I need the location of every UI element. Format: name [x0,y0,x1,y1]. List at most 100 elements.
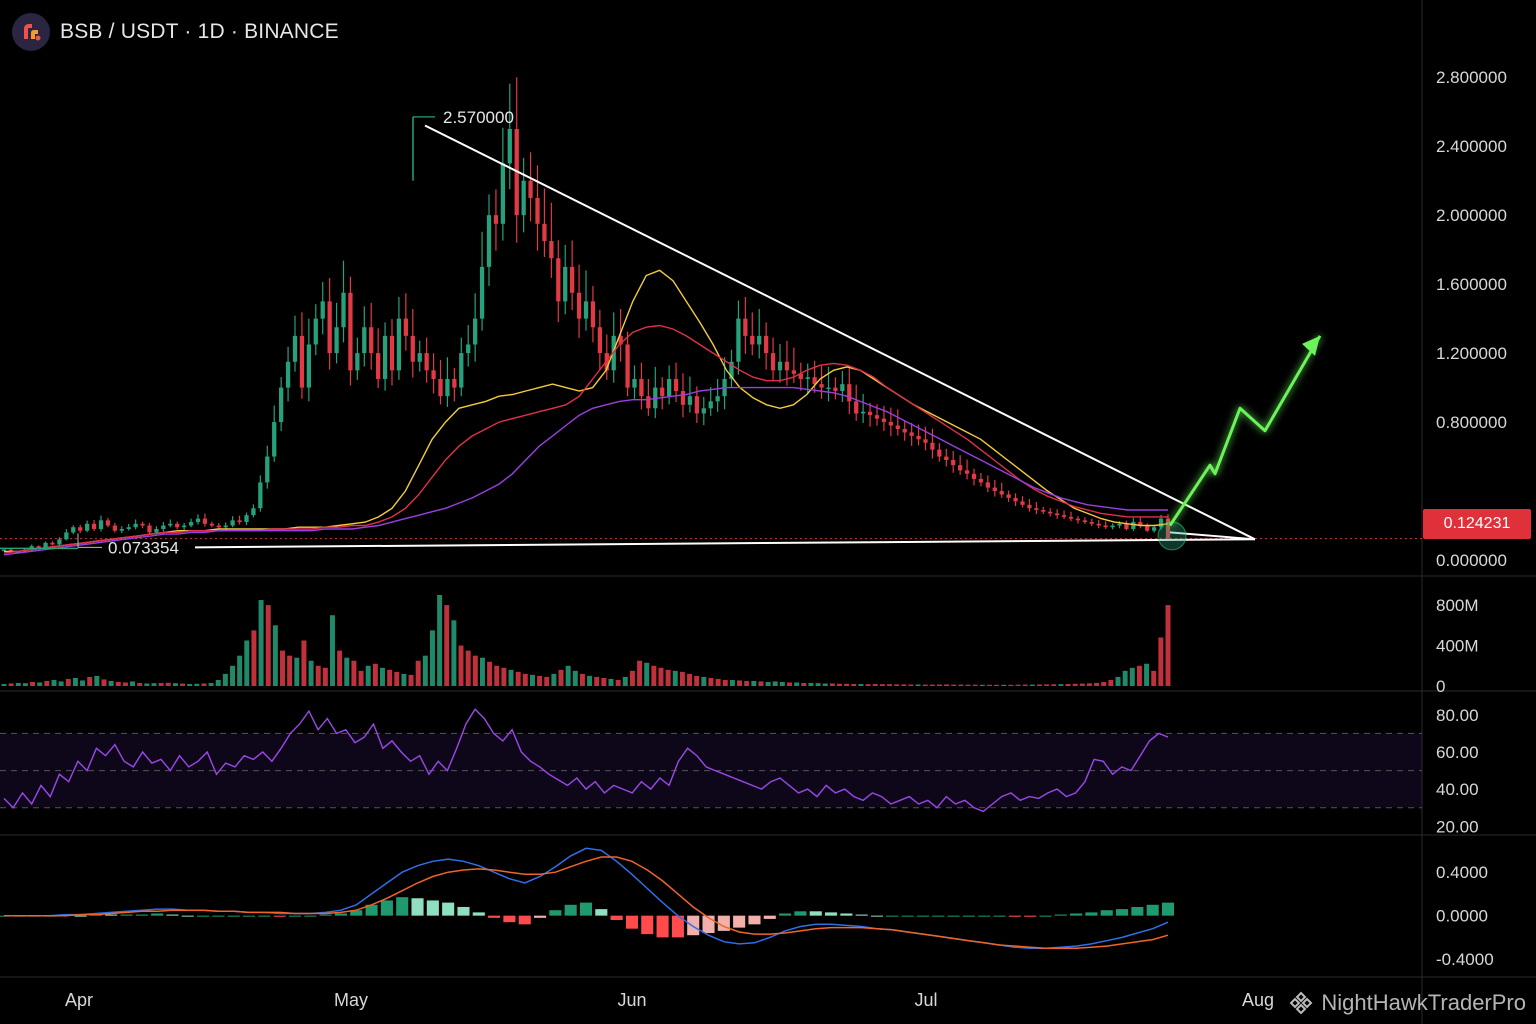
macd-histogram-bar [288,915,302,917]
volume-bar [572,670,578,686]
candle-body [570,266,575,293]
volume-bar [1001,684,1007,686]
volume-bar [194,683,200,686]
volume-bar [672,670,678,686]
volume-bar [1072,683,1078,686]
volume-bar [415,660,421,686]
candle-body [327,301,332,354]
volume-bar [744,680,750,686]
candle-body [1124,523,1129,529]
candle-body [279,387,284,423]
macd-histogram-bar [534,915,547,918]
candle-body [639,378,644,397]
volume-bar [387,669,393,686]
time-axis-label: Aug [1242,990,1274,1010]
volume-bar [958,684,964,686]
candle-body [563,266,568,302]
volume-bar [1,683,7,686]
volume-bar [322,667,328,686]
volume-bar [394,671,400,686]
candle-body [805,377,810,379]
candle-body [736,318,741,362]
breakout-marker [1157,521,1187,551]
macd-histogram-bar [197,915,210,917]
volume-bar [779,681,785,686]
candle-body [777,361,783,371]
candle-body [1034,508,1039,510]
time-axis-label: Jul [914,990,937,1010]
volume-bar [644,662,650,686]
candle-body [258,482,263,509]
volume-bar [708,677,714,686]
candle-body [715,396,720,402]
volume-bar [965,684,971,686]
candle-body [521,180,526,216]
volume-bar [522,673,528,686]
volume-bar [101,679,107,686]
candle-body [251,508,256,516]
volume-bar [879,684,885,686]
candle-body [306,344,311,388]
candle-body [410,335,415,362]
candle-body [78,527,83,531]
volume-bar [601,677,607,686]
candle-body [784,361,790,371]
candle-body [341,292,346,328]
candle-body [431,370,436,379]
candle-body [916,435,921,440]
macd-histogram-bar [518,915,531,925]
macd-histogram-bar [380,900,393,916]
macd-histogram-bar [1070,913,1083,916]
candle-body [438,378,443,397]
candle-body [958,465,963,471]
volume-bar [737,680,743,686]
candle-body [1075,518,1081,521]
volume-bar [715,678,721,686]
trading-chart[interactable]: 2.800000 2.400000 2.000000 1.600000 1.200000… [0,0,1536,1024]
volume-bar [72,677,78,686]
volume-bar [858,683,864,686]
candle-body [348,292,353,371]
candle-body [1110,525,1115,528]
macd-histogram-bar [962,915,975,917]
time-axis-label: May [334,990,368,1010]
volume-bar [1129,667,1135,686]
volume-bar [37,682,43,686]
candle-body [1096,523,1101,526]
volume-bar [15,682,21,686]
rsi-tick-label: 60.00 [1436,743,1479,762]
volume-bar [358,670,364,686]
macd-histogram-bar [549,910,562,916]
volume-bar [1044,684,1050,686]
candle-body [660,387,665,397]
volume-bar [722,679,728,686]
candle-body [299,335,305,388]
volume-bar [587,675,593,686]
volume-bar [801,682,807,686]
candle-body [168,523,173,526]
candle-body [500,163,505,224]
candle-body [951,460,956,466]
time-axis-label: Jun [617,990,646,1010]
candle-body [1117,523,1122,526]
macd-histogram-bar [1085,912,1098,916]
volume-bar [701,676,707,686]
macd-histogram-bar [687,915,700,936]
candle-body [209,523,214,526]
candle-body [292,335,298,362]
volume-bar [772,681,778,686]
candle-body [147,525,152,533]
volume-bar [972,684,978,686]
macd-histogram-bar [1116,909,1129,916]
macd-histogram-bar [1131,906,1144,916]
volume-bar [301,640,307,686]
candle-body [105,520,111,526]
time-axis-label: Apr [65,990,93,1010]
volume-bar [479,657,485,686]
volume-bar [537,675,543,686]
candle-body [791,370,796,374]
volume-bar [608,678,614,686]
candle-body [362,327,367,354]
macd-histogram-bar [840,913,853,916]
candle-body [1041,510,1046,512]
